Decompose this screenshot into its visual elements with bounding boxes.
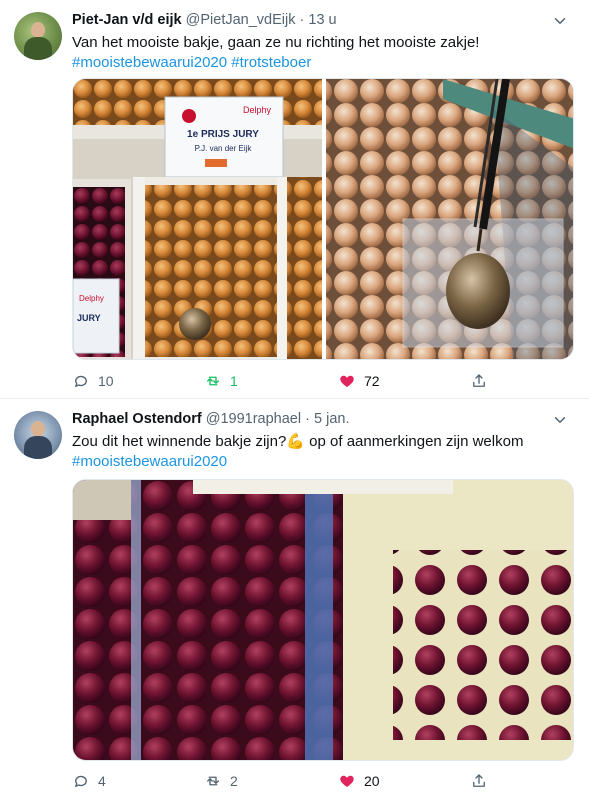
avatar-head: [31, 22, 45, 38]
sign-small: Delphy: [79, 294, 104, 303]
avatar[interactable]: [14, 12, 62, 60]
sign-name: P.J. van der Eijk: [195, 144, 253, 153]
reply-icon: [75, 775, 87, 787]
sign-jury: JURY: [77, 313, 101, 323]
hashtag-link[interactable]: #trotsteboer: [231, 54, 311, 71]
chevron-down-icon[interactable]: [551, 12, 569, 30]
like-count: 72: [364, 373, 380, 389]
share-button[interactable]: [470, 769, 496, 793]
retweet-button[interactable]: 1: [204, 369, 238, 393]
media-photo[interactable]: [72, 479, 574, 761]
like-button[interactable]: 72: [338, 369, 380, 393]
share-icon: [473, 374, 485, 387]
author-name[interactable]: Piet-Jan v/d eijk: [72, 12, 182, 28]
sign-brand: Delphy: [243, 105, 272, 115]
timestamp[interactable]: 13 u: [308, 12, 336, 28]
retweet-icon: [207, 776, 219, 786]
retweet-count: 2: [230, 773, 238, 789]
reply-count: 4: [98, 773, 106, 789]
hashtag-link[interactable]: #mooistebewaarui2020: [72, 54, 227, 71]
flexed-biceps-emoji: 💪: [286, 433, 305, 450]
avatar-head: [31, 421, 45, 437]
retweet-count: 1: [230, 373, 238, 389]
tweet[interactable]: Piet-Jan v/d eijk @PietJan_vdEijk · 13 u…: [0, 0, 589, 398]
tweet-text: Zou dit het winnende bakje zijn?💪 op of …: [72, 432, 575, 472]
like-button[interactable]: 20: [338, 769, 380, 793]
tweet-actions: 10 1 72: [72, 369, 502, 393]
media-photos: [73, 480, 573, 760]
reply-count: 10: [98, 373, 114, 389]
tweet-header: Piet-Jan v/d eijk @PietJan_vdEijk · 13 u: [72, 12, 569, 32]
separator: ·: [299, 12, 305, 28]
hashtag-link[interactable]: #mooistebewaarui2020: [72, 453, 227, 470]
reply-button[interactable]: 4: [72, 769, 106, 793]
avatar-body: [24, 436, 52, 459]
like-count: 20: [364, 773, 380, 789]
timestamp[interactable]: 5 jan.: [314, 411, 349, 427]
heart-icon: [340, 375, 354, 387]
separator: ·: [305, 411, 310, 427]
retweet-button[interactable]: 2: [204, 769, 238, 793]
tweet-text: Van het mooiste bakje, gaan ze nu richti…: [72, 33, 575, 73]
tweet-header: Raphael Ostendorf @1991raphael · 5 jan.: [72, 411, 569, 431]
chevron-down-icon[interactable]: [551, 411, 569, 429]
tweet[interactable]: Raphael Ostendorf @1991raphael · 5 jan. …: [0, 398, 589, 800]
media-grid[interactable]: Delphy 1e PRIJS JURY P.J. van der Eijk D…: [72, 78, 574, 360]
author-name[interactable]: Raphael Ostendorf: [72, 411, 202, 427]
tweet-body: Van het mooiste bakje, gaan ze nu richti…: [72, 34, 480, 51]
tweet-body: Zou dit het winnende bakje zijn?: [72, 433, 287, 450]
retweet-icon: [207, 376, 219, 386]
reply-button[interactable]: 10: [72, 369, 114, 393]
reply-icon: [75, 375, 87, 387]
sign-title: 1e PRIJS JURY: [187, 129, 259, 140]
share-icon: [473, 774, 485, 787]
author-handle[interactable]: @PietJan_vdEijk: [186, 12, 296, 28]
heart-icon: [340, 775, 354, 787]
media-photos: Delphy 1e PRIJS JURY P.J. van der Eijk D…: [73, 79, 573, 359]
avatar[interactable]: [14, 411, 62, 459]
tweet-actions: 4 2 20: [72, 769, 502, 793]
author-handle[interactable]: @1991raphael: [206, 411, 301, 427]
avatar-body: [24, 37, 52, 60]
tweet-body-continued: op of aanmerkingen zijn welkom: [305, 433, 524, 450]
share-button[interactable]: [470, 369, 496, 393]
